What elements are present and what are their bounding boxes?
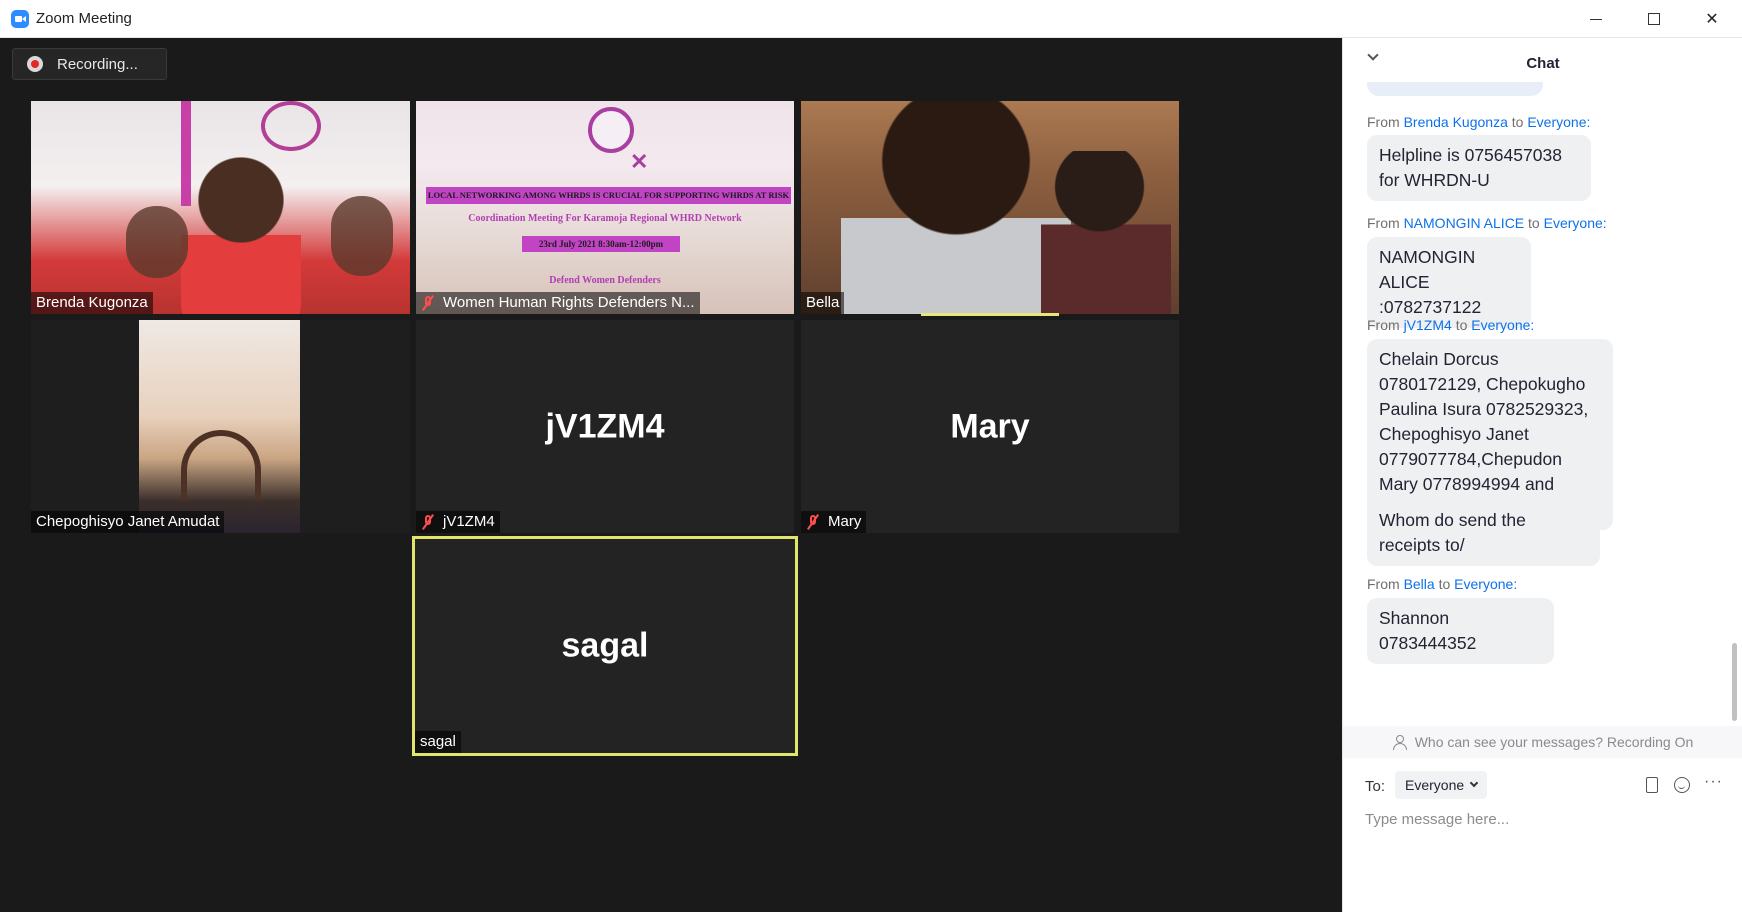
more-icon[interactable]: ··· [1704, 773, 1723, 791]
from-label: From [1367, 576, 1400, 592]
previous-message-bubble [1367, 82, 1543, 96]
video-tile-brenda[interactable]: Brenda Kugonza [31, 101, 410, 314]
participant-name: Brenda Kugonza [36, 294, 148, 311]
participant-display-name: jV1ZM4 [545, 407, 665, 445]
participant-name: Bella [806, 294, 840, 311]
chat-scrollbar[interactable] [1732, 643, 1737, 721]
maximize-button[interactable] [1625, 0, 1683, 38]
message-header: From NAMONGIN ALICE to Everyone: [1367, 215, 1607, 231]
muted-mic-icon [421, 295, 435, 311]
zoom-app-icon [11, 10, 29, 28]
participant-name: Chepoghisyo Janet Amudat [36, 513, 220, 530]
sender-name[interactable]: Brenda Kugonza [1404, 114, 1508, 130]
to-word: to [1438, 576, 1451, 592]
venus-symbol-icon: ✕ [630, 149, 649, 174]
hand-graphic [331, 196, 393, 276]
participant-name-tag: Women Human Rights Defenders N... [416, 292, 700, 314]
emoji-icon[interactable] [1674, 777, 1690, 793]
close-icon: ✕ [1705, 11, 1719, 28]
recipient-value: Everyone [1405, 777, 1465, 793]
recipient-name[interactable]: Everyone: [1471, 317, 1534, 333]
participant-name: sagal [420, 733, 456, 750]
chat-messages[interactable]: From Brenda Kugonza to Everyone: Helplin… [1343, 82, 1742, 722]
to-label: To: [1365, 778, 1386, 795]
record-icon [27, 56, 43, 72]
participant-name-tag: Brenda Kugonza [31, 292, 153, 314]
zoom-window: Zoom Meeting ✕ Recording... Brenda Kugon… [0, 0, 1742, 912]
video-tile-mary[interactable]: Mary Mary [801, 320, 1179, 533]
participant-name-tag: sagal [415, 731, 461, 753]
privacy-notice[interactable]: Who can see your messages? Recording On [1343, 726, 1742, 758]
organization-logo [588, 107, 634, 153]
video-tile-chepoghisyo[interactable]: Chepoghisyo Janet Amudat [31, 320, 410, 533]
minimize-button[interactable] [1567, 0, 1625, 38]
message-bubble: Whom do send the receipts to/ [1367, 500, 1600, 566]
recording-badge[interactable]: Recording... [12, 48, 167, 80]
recipient-dropdown[interactable]: Everyone [1395, 771, 1488, 799]
participant-name-tag: Chepoghisyo Janet Amudat [31, 511, 225, 533]
recording-label: Recording... [57, 55, 138, 73]
recipient-row: To: Everyone ··· [1343, 771, 1742, 799]
muted-mic-icon [421, 514, 435, 530]
maximize-icon [1648, 13, 1660, 25]
from-label: From [1367, 215, 1400, 231]
privacy-text: Who can see your messages? Recording On [1414, 734, 1694, 750]
chat-title: Chat [1526, 55, 1560, 72]
to-word: to [1511, 114, 1524, 130]
participant-video [841, 101, 1071, 314]
active-speaker-indicator [921, 313, 1059, 316]
participant-video [1041, 151, 1171, 314]
message-bubble: Shannon 0783444352 [1367, 598, 1554, 664]
slide-date: 23rd July 2021 8:30am-12:00pm [522, 236, 680, 252]
participant-video [181, 151, 301, 314]
slide-tagline: Defend Women Defenders [549, 275, 661, 286]
muted-mic-icon [806, 514, 820, 530]
slide-headline: LOCAL NETWORKING AMONG WHRDS IS CRUCIAL … [426, 187, 791, 204]
chevron-down-icon [1469, 778, 1479, 788]
participant-name: jV1ZM4 [443, 513, 495, 530]
from-label: From [1367, 114, 1400, 130]
organization-logo [261, 101, 321, 151]
participant-name: Mary [828, 513, 862, 530]
minimize-icon [1590, 18, 1602, 20]
to-word: to [1455, 317, 1468, 333]
recipient-name[interactable]: Everyone: [1454, 576, 1517, 592]
from-label: From [1367, 317, 1400, 333]
slide-subline: Coordination Meeting For Karamoja Region… [468, 213, 742, 224]
video-tile-jv1zm4[interactable]: jV1ZM4 jV1ZM4 [416, 320, 794, 533]
to-word: to [1528, 215, 1540, 231]
people-icon [1392, 734, 1409, 750]
sender-name[interactable]: Bella [1404, 576, 1435, 592]
message-header: From Bella to Everyone: [1367, 576, 1517, 592]
video-tile-bella[interactable]: Bella [801, 101, 1179, 314]
sender-name[interactable]: jV1ZM4 [1404, 317, 1452, 333]
sender-name[interactable]: NAMONGIN ALICE [1404, 215, 1525, 231]
chat-panel: Chat From Brenda Kugonza to Everyone: He… [1342, 38, 1742, 912]
message-input[interactable] [1365, 807, 1721, 831]
video-tile-whrd[interactable]: ✕ LOCAL NETWORKING AMONG WHRDS IS CRUCIA… [416, 101, 794, 314]
message-bubble: NAMONGIN ALICE :0782737122 [1367, 237, 1531, 328]
video-tile-sagal[interactable]: sagal sagal [415, 539, 795, 753]
recipient-name[interactable]: Everyone: [1527, 114, 1590, 130]
recipient-name[interactable]: Everyone: [1544, 215, 1607, 231]
chat-header: Chat [1343, 38, 1742, 82]
participant-name-tag: Mary [801, 511, 867, 533]
participant-display-name: Mary [950, 407, 1030, 445]
participant-name-tag: jV1ZM4 [416, 511, 500, 533]
participant-name-tag: Bella [801, 292, 845, 314]
message-header: From jV1ZM4 to Everyone: [1367, 317, 1534, 333]
message-bubble: Helpline is 0756457038 for WHRDN-U [1367, 135, 1591, 201]
hand-graphic [126, 206, 188, 278]
participant-video [139, 320, 300, 533]
window-title: Zoom Meeting [36, 10, 132, 27]
raised-arms-graphic [181, 430, 261, 500]
file-icon[interactable] [1646, 777, 1658, 793]
message-header: From Brenda Kugonza to Everyone: [1367, 114, 1590, 130]
close-button[interactable]: ✕ [1683, 0, 1741, 38]
title-bar: Zoom Meeting ✕ [0, 0, 1742, 38]
participant-display-name: sagal [561, 626, 649, 665]
participant-name: Women Human Rights Defenders N... [443, 294, 695, 311]
